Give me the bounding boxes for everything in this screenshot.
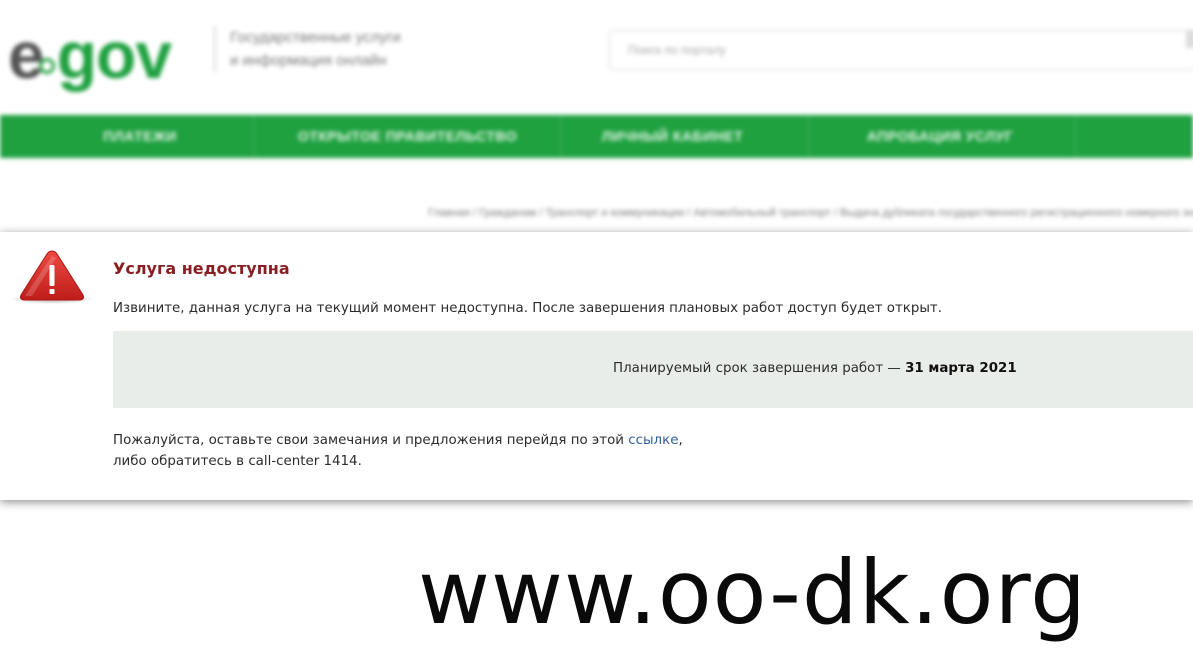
site-tagline: Государственные услуги и информация онла…: [214, 26, 460, 72]
deadline-info-box: Планируемый срок завершения работ — 31 м…: [113, 331, 1193, 408]
feedback-line-1: Пожалуйста, оставьте свои замечания и пр…: [113, 430, 683, 451]
feedback-link[interactable]: ссылке: [628, 433, 678, 448]
watermark-text: www.oo-dk.org: [418, 541, 1088, 644]
nav-item-service-testing[interactable]: Апробация услуг: [835, 115, 1045, 158]
feedback-text: Пожалуйста, оставьте свои замечания и пр…: [113, 430, 683, 472]
feedback-line-2: либо обратитесь в call-center 1414.: [113, 454, 362, 469]
warning-triangle-icon: [10, 250, 94, 304]
nav-item-open-government[interactable]: Открытое правительство: [275, 115, 540, 158]
dialog-message: Извините, данная услуга на текущий момен…: [113, 301, 942, 316]
main-nav: Платежи Открытое правительство Личный ка…: [0, 115, 1193, 158]
logo-letter-e: e: [8, 18, 45, 92]
header-right-control[interactable]: [1186, 30, 1193, 48]
feedback-prefix: Пожалуйста, оставьте свои замечания и пр…: [113, 433, 629, 448]
service-unavailable-dialog: Услуга недоступна Извините, данная услуг…: [0, 232, 1193, 500]
feedback-suffix: ,: [678, 433, 683, 448]
logo-word-gov: gov: [56, 18, 172, 92]
nav-item-personal-cabinet[interactable]: Личный кабинет: [575, 115, 770, 158]
tagline-line-2: и информация онлайн: [230, 52, 387, 69]
nav-divider: [808, 115, 809, 158]
deadline-line: Планируемый срок завершения работ — 31 м…: [613, 361, 1017, 376]
dialog-title: Услуга недоступна: [113, 259, 290, 278]
tagline-line-1: Государственные услуги: [230, 29, 401, 46]
site-header: e gov Государственные услуги и информаци…: [0, 0, 1193, 115]
nav-item-payments[interactable]: Платежи: [60, 115, 220, 158]
search-input[interactable]: Поиск по порталу: [609, 30, 1193, 70]
logo-ring-icon: [38, 58, 55, 74]
nav-divider: [253, 115, 254, 158]
breadcrumb[interactable]: Главная / Гражданам / Транспорт и коммун…: [428, 207, 1193, 219]
nav-divider: [560, 115, 561, 158]
nav-divider: [1075, 115, 1076, 158]
egov-logo[interactable]: e gov: [8, 8, 172, 92]
deadline-label: Планируемый срок завершения работ —: [613, 361, 906, 376]
deadline-date: 31 марта 2021: [905, 361, 1017, 376]
